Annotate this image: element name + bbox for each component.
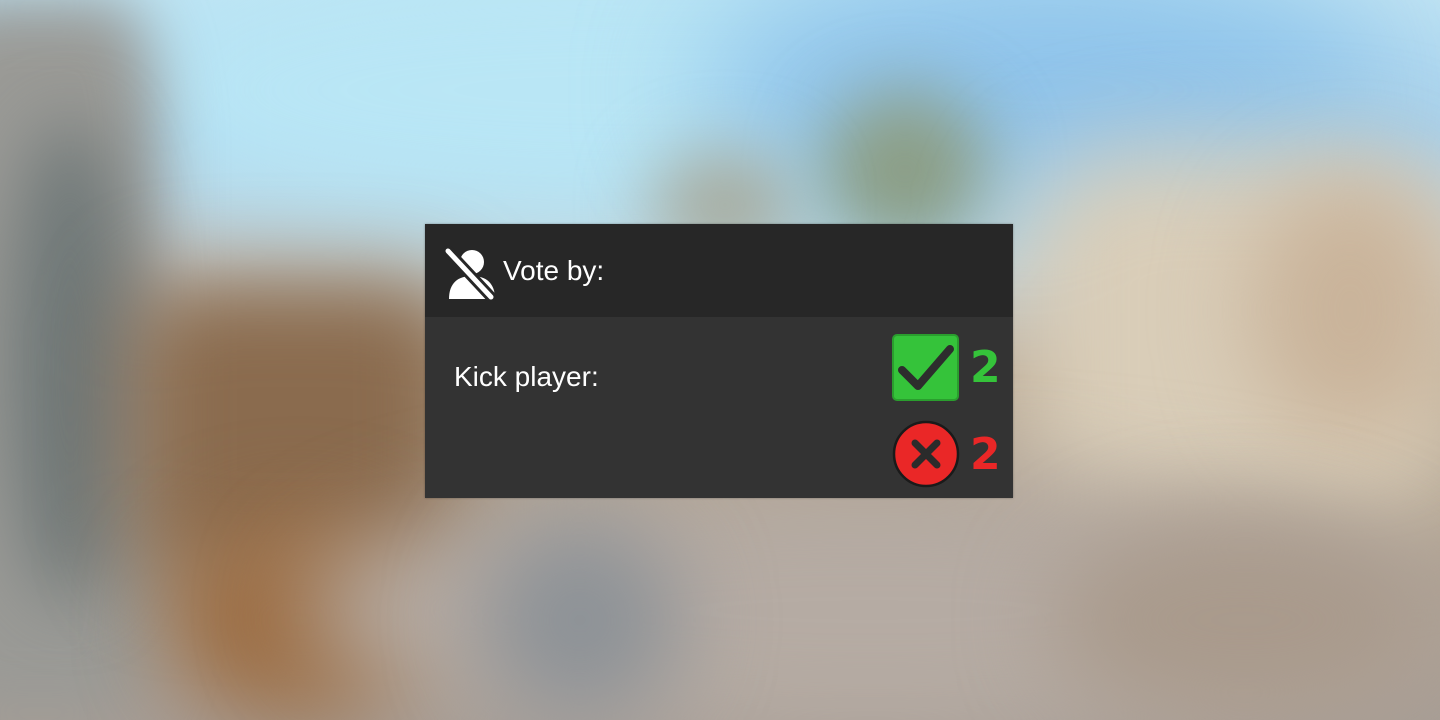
vote-panel: Vote by: Kick player: 2 2: [425, 224, 1013, 498]
no-vote-count: 2: [970, 429, 1001, 480]
kick-player-icon: [443, 245, 497, 301]
check-icon[interactable]: [892, 334, 959, 401]
kick-player-label: Kick player:: [454, 361, 599, 392]
vote-panel-header: Vote by:: [425, 224, 1013, 317]
vote-title: Vote by:: [503, 255, 605, 286]
cross-icon[interactable]: [892, 420, 960, 488]
yes-vote-count: 2: [970, 342, 1001, 393]
